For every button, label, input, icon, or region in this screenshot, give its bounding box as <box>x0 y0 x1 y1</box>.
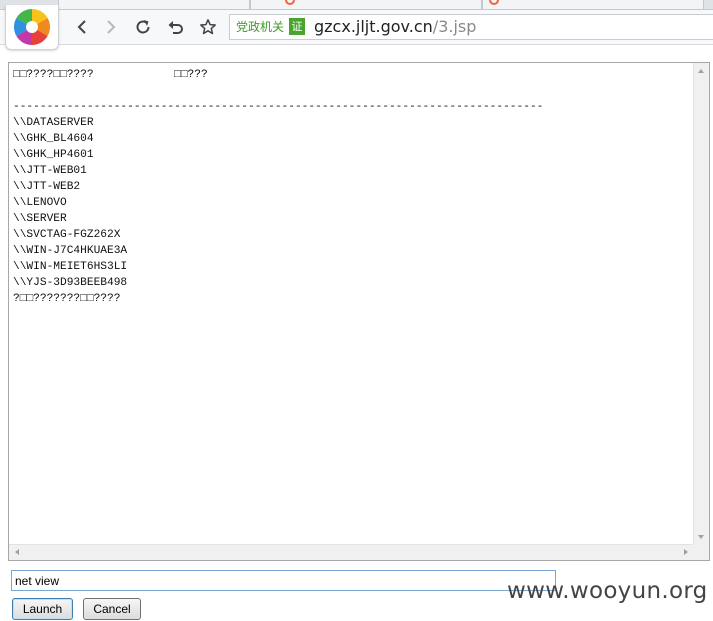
output-line: \\GHK_BL4604 <box>13 133 94 145</box>
back-arrow-icon <box>77 20 86 34</box>
output-line: ?□□???????□□???? <box>13 293 121 305</box>
url-host: gzcx.jljt.gov.cn <box>314 17 433 36</box>
output-line: \\WIN-MEIET6HS3LI <box>13 261 128 273</box>
command-output-textarea[interactable]: □□????□□???? □□??? ---------------------… <box>8 62 710 561</box>
output-line: \\SERVER <box>13 213 67 225</box>
browser-tab[interactable] <box>482 0 704 9</box>
star-icon <box>200 19 216 35</box>
browser-tab[interactable] <box>58 0 250 9</box>
undo-button[interactable] <box>165 16 187 38</box>
gov-badge: 党政机关 <box>236 20 285 34</box>
scroll-up-icon[interactable] <box>698 69 704 73</box>
scrollbar-corner <box>693 544 709 560</box>
command-output-text: □□????□□???? □□??? ---------------------… <box>13 67 543 307</box>
output-line: \\JTT-WEB01 <box>13 165 87 177</box>
scroll-right-icon[interactable] <box>684 549 688 555</box>
address-bar[interactable]: 党政机关 证 gzcx.jljt.gov.cn/3.jsp <box>229 14 713 40</box>
back-button[interactable] <box>71 16 93 38</box>
tab-favicon-icon <box>285 0 295 5</box>
vertical-scrollbar[interactable] <box>693 63 709 545</box>
output-line: \\JTT-WEB2 <box>13 181 81 193</box>
forward-arrow-icon <box>107 20 116 34</box>
url-text[interactable]: gzcx.jljt.gov.cn/3.jsp <box>314 17 476 37</box>
tab-favicon-icon <box>489 0 499 5</box>
url-path: /3.jsp <box>432 17 477 36</box>
scroll-left-icon[interactable] <box>15 549 19 555</box>
cancel-button[interactable]: Cancel <box>83 598 141 620</box>
output-line: \\GHK_HP4601 <box>13 149 94 161</box>
certificate-icon[interactable]: 证 <box>289 18 305 35</box>
output-line: \\DATASERVER <box>13 117 94 129</box>
command-input[interactable] <box>11 570 556 591</box>
browser-logo[interactable] <box>5 5 59 50</box>
launch-button[interactable]: Launch <box>12 598 73 620</box>
output-line: □□????□□???? □□??? <box>13 69 208 81</box>
horizontal-scrollbar[interactable] <box>9 544 694 560</box>
forward-button[interactable] <box>100 16 122 38</box>
output-line: \\WIN-J7C4HKUAE3A <box>13 245 128 257</box>
tab-strip <box>0 0 713 10</box>
browser-logo-icon <box>13 8 51 46</box>
output-line: ----------------------------------------… <box>13 101 544 113</box>
undo-icon <box>168 21 183 34</box>
watermark-text: www.wooyun.org <box>507 578 708 604</box>
scroll-down-icon[interactable] <box>698 535 704 539</box>
browser-tab[interactable] <box>250 0 482 9</box>
reload-icon <box>136 20 150 34</box>
bookmark-button[interactable] <box>197 16 219 38</box>
output-line: \\YJS-3D93BEEB498 <box>13 277 128 289</box>
output-line: \\LENOVO <box>13 197 67 209</box>
reload-button[interactable] <box>132 16 154 38</box>
browser-toolbar: 党政机关 证 gzcx.jljt.gov.cn/3.jsp <box>0 5 713 50</box>
output-line: \\SVCTAG-FGZ262X <box>13 229 121 241</box>
